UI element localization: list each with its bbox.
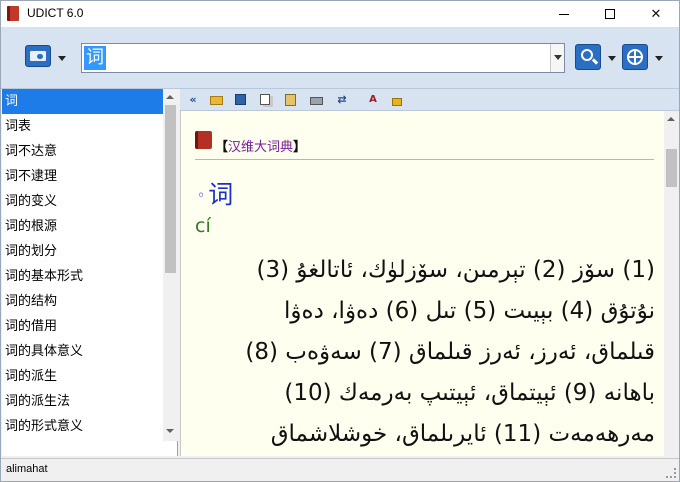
- divider: [195, 159, 654, 160]
- list-item[interactable]: 词的具体意义: [2, 339, 163, 364]
- definition-line: مەرھەمەت (11) ئايرىلماق، خوشلاشماق: [270, 421, 655, 447]
- search-options-dropdown-icon[interactable]: [608, 56, 616, 61]
- scrollbar-thumb[interactable]: [666, 149, 677, 187]
- bullet-icon: ◦: [197, 188, 206, 204]
- list-item[interactable]: 词: [2, 89, 163, 114]
- list-item[interactable]: 词不达意: [2, 139, 163, 164]
- chevron-down-icon: [554, 55, 562, 60]
- scroll-down-icon[interactable]: [166, 429, 174, 433]
- close-icon: ✕: [650, 6, 662, 22]
- app-icon: [7, 6, 19, 21]
- entry-scrollbar[interactable]: [664, 111, 679, 456]
- status-text: alimahat: [6, 463, 48, 475]
- paste-icon[interactable]: [284, 93, 298, 107]
- search-combobox[interactable]: 词: [81, 43, 565, 73]
- back-icon[interactable]: «: [186, 93, 200, 107]
- search-input[interactable]: 词: [84, 46, 106, 70]
- title-bar: UDICT 6.0 ✕: [1, 1, 679, 27]
- list-item[interactable]: 词的派生: [2, 364, 163, 389]
- maximize-button[interactable]: [587, 1, 633, 27]
- swap-icon[interactable]: ⇄: [335, 93, 349, 107]
- search-history-dropdown[interactable]: [550, 44, 564, 72]
- list-item[interactable]: 词表: [2, 114, 163, 139]
- window-title: UDICT 6.0: [27, 6, 84, 20]
- maximize-icon: [605, 9, 615, 19]
- close-button[interactable]: ✕: [633, 1, 679, 27]
- list-item[interactable]: 词的基本形式: [2, 264, 163, 289]
- lock-icon[interactable]: [390, 93, 404, 107]
- dictionary-book-icon: [195, 131, 212, 149]
- online-options-dropdown-icon[interactable]: [655, 56, 663, 61]
- search-button[interactable]: [575, 44, 601, 70]
- font-icon[interactable]: A: [366, 93, 380, 107]
- word-list[interactable]: 词 词表 词不达意 词不逮理 词的变义 词的根源 词的划分 词的基本形式 词的结…: [2, 89, 178, 456]
- definition-line: قىلماق، ئەرز، ئەرز قىلماق (7) سەۋەب (8): [245, 339, 655, 365]
- list-item[interactable]: 词不逮理: [2, 164, 163, 189]
- dictionary-dropdown-icon[interactable]: [58, 56, 66, 61]
- pinyin: cí: [195, 215, 211, 237]
- list-item[interactable]: 词的变义: [2, 189, 163, 214]
- dictionary-select-button[interactable]: [25, 45, 51, 67]
- save-icon[interactable]: [234, 93, 248, 107]
- definition-line: (1) سۆز (2) تېرمىن، سۆزلۈك، ئاتالغۇ (3): [256, 257, 655, 283]
- dictionary-name[interactable]: 【汉维大词典】: [215, 136, 306, 155]
- app-window: UDICT 6.0 ✕ 词 词 词表 词不达意 词不逮理 词的变义 词的根源 词…: [0, 0, 680, 482]
- list-item[interactable]: 词的形式意义: [2, 414, 163, 439]
- definition-line: نۇتۇق (4) بېيىت (5) تىل (6) دەۋا، دەۋا: [284, 298, 655, 324]
- status-bar: alimahat: [1, 458, 679, 481]
- scroll-up-icon[interactable]: [667, 117, 675, 121]
- copy-icon[interactable]: [259, 93, 273, 107]
- scroll-up-icon[interactable]: [166, 95, 174, 99]
- list-item[interactable]: 词的根源: [2, 214, 163, 239]
- list-item[interactable]: 词的划分: [2, 239, 163, 264]
- scrollbar-thumb[interactable]: [165, 105, 176, 273]
- definition-line: باھانە (9) ئېيتماق، ئېيتىپ بەرمەك (10): [284, 380, 655, 406]
- list-item[interactable]: 词的派生法: [2, 389, 163, 414]
- result-toolbar: « ⇄ A: [180, 89, 679, 111]
- list-item[interactable]: 词的借用: [2, 314, 163, 339]
- word-list-scrollbar[interactable]: [163, 89, 178, 441]
- online-lookup-button[interactable]: [622, 44, 648, 70]
- print-icon[interactable]: [310, 93, 324, 107]
- resize-grip-icon[interactable]: [666, 468, 676, 478]
- entry-view[interactable]: 【汉维大词典】 ◦ 词 cí (1) سۆز (2) تېرمىن، سۆزلۈك…: [180, 111, 679, 456]
- headword: ◦ 词: [197, 180, 234, 209]
- list-item[interactable]: 词的结构: [2, 289, 163, 314]
- open-folder-icon[interactable]: [210, 93, 224, 107]
- search-toolbar: 词: [1, 27, 679, 89]
- minimize-icon: [559, 13, 569, 15]
- minimize-button[interactable]: [541, 1, 587, 27]
